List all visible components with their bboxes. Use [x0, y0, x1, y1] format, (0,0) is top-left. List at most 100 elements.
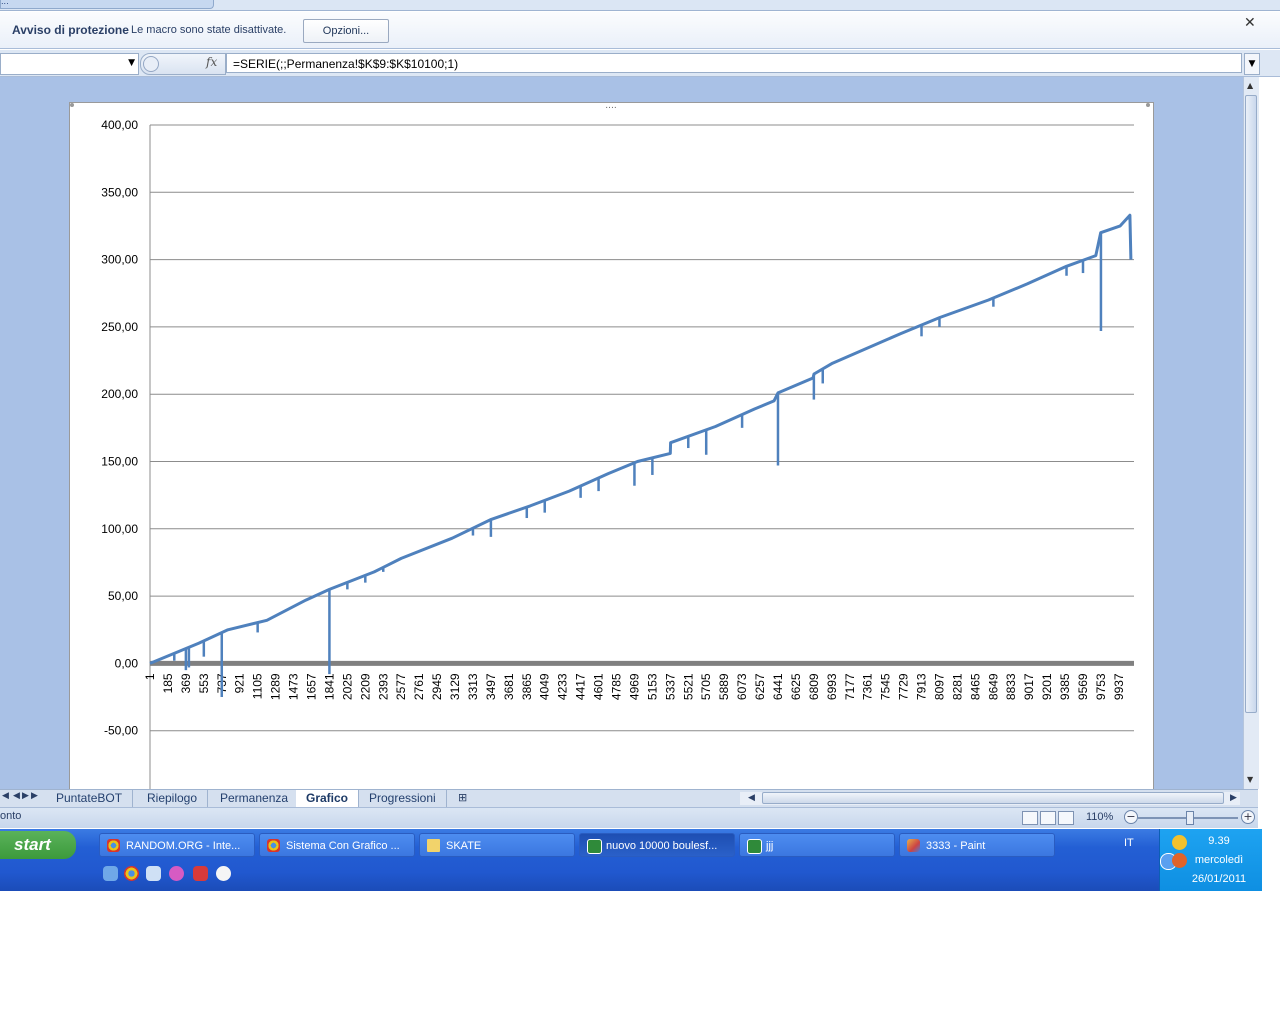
chrome-icon [107, 839, 120, 852]
chart-corner-handle [1146, 103, 1150, 107]
zoom-slider-thumb[interactable] [1186, 811, 1194, 825]
last-sheet-icon[interactable]: ▶ [31, 791, 38, 801]
view-buttons [1022, 810, 1076, 829]
x-tick-label: 4601 [592, 673, 606, 700]
tab-permanenza[interactable]: Permanenza [210, 790, 300, 807]
info-strip[interactable]: ... [0, 0, 1280, 11]
x-tick-label: 8281 [950, 673, 964, 700]
x-tick-label: 1 [143, 673, 157, 680]
scroll-right-icon[interactable]: ▶ [1230, 793, 1237, 803]
show-desktop-icon[interactable] [103, 866, 118, 881]
taskbar-window-label: SKATE [446, 840, 482, 852]
clock-time[interactable]: 9.39 [1168, 835, 1270, 847]
chevron-down-icon[interactable]: ▼ [128, 58, 135, 68]
security-warning-message: Le macro sono state disattivate. [131, 24, 287, 36]
x-tick-label: 3681 [502, 673, 516, 700]
language-indicator[interactable]: IT [1124, 837, 1134, 849]
tab-puntatebot[interactable]: PuntateBOT [46, 790, 134, 807]
x-tick-label: 9385 [1058, 673, 1072, 700]
system-tray: 9.39 mercoledì 26/01/2011 [1159, 829, 1262, 891]
zoom-level[interactable]: 110% [1086, 811, 1113, 823]
info-strip-label[interactable]: ... [0, 0, 214, 9]
resize-knob-icon[interactable] [143, 56, 159, 72]
folder-icon [427, 839, 440, 852]
taskbar-window-nuovo[interactable]: nuovo 10000 boulesf... [579, 833, 735, 857]
zoom-out-icon[interactable]: − [1124, 810, 1138, 824]
x-tick-label: 7361 [861, 673, 875, 700]
vertical-scroll-thumb[interactable] [1245, 95, 1257, 713]
x-tick-label: 2945 [430, 673, 444, 700]
tab-riepilogo[interactable]: Riepilogo [137, 790, 209, 807]
close-icon[interactable]: ✕ [1244, 15, 1256, 31]
horizontal-scrollbar[interactable]: ◀ ▶ [740, 792, 1240, 805]
x-tick-label: 3313 [466, 673, 480, 700]
excel-icon [747, 839, 762, 854]
taskbar-window-label: RANDOM.ORG - Inte... [126, 840, 241, 852]
x-tick-label: 9937 [1112, 673, 1126, 700]
x-tick-label: 7177 [843, 673, 857, 700]
x-tick-label: 8465 [968, 673, 982, 700]
taskbar-window-label: nuovo 10000 boulesf... [606, 840, 718, 852]
first-sheet-icon[interactable]: ◀ [2, 791, 9, 801]
scroll-left-icon[interactable]: ◀ [748, 793, 755, 803]
x-tick-label: 1841 [322, 673, 336, 700]
x-tick-label: 5705 [699, 673, 713, 700]
clock-day[interactable]: mercoledì [1168, 854, 1270, 866]
taskbar-window-random-org[interactable]: RANDOM.ORG - Inte... [99, 833, 255, 857]
status-bar: onto 110% − + [0, 807, 1258, 828]
name-box[interactable]: ▼ [0, 53, 139, 75]
x-tick-label: 2761 [412, 673, 426, 700]
scroll-down-icon[interactable]: ▼ [1247, 775, 1253, 784]
expand-formula-bar-icon[interactable]: ▼ [1244, 53, 1260, 75]
horizontal-scroll-thumb[interactable] [762, 792, 1224, 804]
insert-function-icon[interactable]: fx [206, 55, 217, 69]
x-tick-label: 6625 [789, 673, 803, 700]
page-layout-view-icon[interactable] [1040, 811, 1056, 825]
excel-icon [587, 839, 602, 854]
itunes-quicklaunch-icon[interactable] [169, 866, 184, 881]
y-tick-label: 100,00 [101, 522, 138, 536]
x-tick-label: 5153 [645, 673, 659, 700]
chart-resize-handle: .... [605, 103, 616, 111]
x-tick-label: 8097 [932, 673, 946, 700]
x-tick-label: 6073 [735, 673, 749, 700]
chart-object[interactable]: .... 400,00 350,00 300,00 250,00 200,00 150,00… [69, 102, 1154, 789]
zoom-in-icon[interactable]: + [1241, 810, 1255, 824]
taskbar-window-skate[interactable]: SKATE [419, 833, 575, 857]
explorer-quicklaunch-icon[interactable] [146, 866, 161, 881]
x-tick-label: 2393 [376, 673, 390, 700]
x-tick-label: 4969 [627, 673, 641, 700]
x-tick-label: 9569 [1076, 673, 1090, 700]
x-tick-label: 4233 [556, 673, 570, 700]
formula-input[interactable]: =SERIE(;;Permanenza!$K$9:$K$10100;1) [226, 53, 1242, 73]
scroll-up-icon[interactable]: ▲ [1247, 81, 1253, 90]
tab-progressioni[interactable]: Progressioni [359, 790, 447, 807]
start-button[interactable]: start [0, 831, 76, 859]
prev-sheet-icon[interactable]: ◀ [13, 791, 20, 801]
options-button[interactable]: Opzioni... [303, 19, 389, 43]
formula-bar: ▼ fx =SERIE(;;Permanenza!$K$9:$K$10100;1… [0, 50, 1280, 77]
app-quicklaunch-icon[interactable] [193, 866, 208, 881]
x-tick-label: 6257 [753, 673, 767, 700]
taskbar-window-paint[interactable]: 3333 - Paint [899, 833, 1055, 857]
clock-date[interactable]: 26/01/2011 [1168, 873, 1270, 885]
chrome-quicklaunch-icon[interactable] [124, 866, 139, 881]
insert-sheet-icon[interactable]: ⊞ [458, 791, 467, 804]
normal-view-icon[interactable] [1022, 811, 1038, 825]
security-warning-title: Avviso di protezione [12, 23, 129, 37]
x-tick-label: 5521 [681, 673, 695, 700]
page-break-view-icon[interactable] [1058, 811, 1074, 825]
x-tick-label: 7913 [915, 673, 929, 700]
next-sheet-icon[interactable]: ▶ [22, 791, 29, 801]
taskbar-window-jjj[interactable]: jjj [739, 833, 895, 857]
sheet-tabs-bar: ◀ ◀ ▶ ▶ PuntateBOT Riepilogo Permanenza … [0, 789, 1258, 808]
taskbar-window-sistema[interactable]: Sistema Con Grafico ... [259, 833, 415, 857]
y-tick-label: 350,00 [101, 185, 138, 199]
vertical-scrollbar[interactable]: ▲ ▼ [1243, 77, 1259, 789]
tab-grafico[interactable]: Grafico [296, 790, 360, 807]
chart-corner-handle [70, 103, 74, 107]
x-tick-label: 921 [233, 673, 247, 693]
line-chart[interactable]: ....400,00350,00300,00250,00200,00150,00… [70, 103, 1153, 789]
media-player-quicklaunch-icon[interactable] [216, 866, 231, 881]
x-tick-label: 7545 [879, 673, 893, 700]
